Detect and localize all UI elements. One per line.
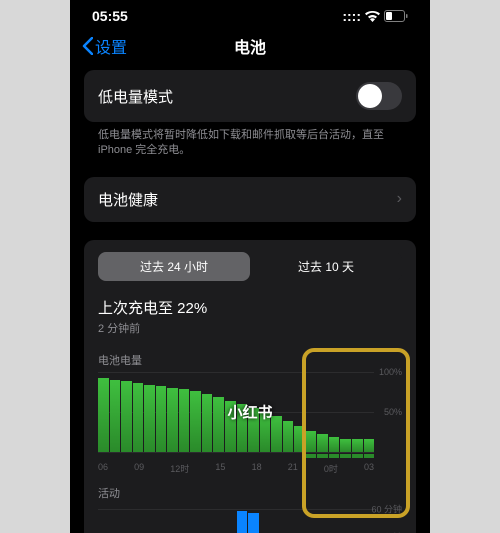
x-tick: 12时: [170, 462, 189, 475]
charging-segment: [260, 454, 271, 458]
phone-frame: 05:55 :::: 设置 电池 低电量模式 低电量模式将暂时降低如下载和邮件抓…: [70, 0, 430, 533]
charging-segment: [340, 454, 351, 458]
level-bar: [317, 434, 328, 452]
activity-bar: [237, 511, 248, 533]
wifi-icon: [365, 11, 380, 22]
battery-level-label: 电池电量: [84, 342, 416, 372]
charging-segment: [202, 454, 213, 458]
charging-segment: [306, 454, 317, 458]
chevron-left-icon: [82, 37, 93, 55]
segment-24h[interactable]: 过去 24 小时: [98, 252, 250, 281]
level-bar: [167, 388, 178, 452]
charging-segment: [190, 454, 201, 458]
low-power-label: 低电量模式: [98, 86, 173, 107]
level-bar: [179, 389, 190, 451]
x-tick: 09: [134, 462, 144, 475]
activity-bar: [248, 513, 259, 533]
usage-card: 过去 24 小时 过去 10 天 上次充电至 22% 2 分钟前 电池电量 10…: [84, 240, 416, 533]
x-tick: 18: [252, 462, 262, 475]
level-bar: [202, 394, 213, 452]
signal-icon: ::::: [342, 8, 361, 24]
charging-segment: [98, 454, 109, 458]
last-charge-title: 上次充电至 22%: [98, 297, 402, 318]
level-bar: [156, 386, 167, 452]
status-time: 05:55: [92, 8, 128, 24]
level-bar: [271, 416, 282, 452]
level-bar: [329, 437, 340, 451]
x-tick: 21: [288, 462, 298, 475]
battery-level-chart: 100% 50% 小红书: [98, 372, 402, 452]
x-tick: 0时: [324, 462, 338, 475]
level-bar: [190, 391, 201, 452]
nav-bar: 设置 电池: [70, 28, 430, 70]
level-bar: [352, 439, 363, 452]
charging-segment: [110, 454, 121, 458]
back-button[interactable]: 设置: [82, 34, 127, 58]
x-axis: 06 09 12时 15 18 21 0时 03: [98, 462, 374, 475]
last-charge: 上次充电至 22% 2 分钟前: [84, 293, 416, 342]
charging-segment: [364, 454, 375, 458]
level-bar: [260, 412, 271, 452]
segment-10d[interactable]: 过去 10 天: [250, 252, 402, 281]
charging-segment: [352, 454, 363, 458]
y-tick-50: 50%: [384, 407, 402, 417]
activity-chart: 60 分钟 30 分钟: [98, 509, 402, 533]
charging-segment: [133, 454, 144, 458]
status-bar: 05:55 ::::: [70, 0, 430, 28]
y-tick-100: 100%: [379, 367, 402, 377]
level-bar: [340, 439, 351, 452]
time-range-segment[interactable]: 过去 24 小时 过去 10 天: [98, 252, 402, 281]
last-charge-sub: 2 分钟前: [98, 320, 402, 336]
low-power-cell[interactable]: 低电量模式: [84, 70, 416, 122]
charging-segment: [237, 454, 248, 458]
charging-segment: [144, 454, 155, 458]
chevron-right-icon: ›: [397, 190, 402, 208]
toggle-knob: [358, 84, 382, 108]
charging-segment: [167, 454, 178, 458]
charging-segment: [317, 454, 328, 458]
level-bar: [294, 426, 305, 452]
battery-health-cell[interactable]: 电池健康 ›: [84, 177, 416, 222]
charging-segment: [329, 454, 340, 458]
level-bar: [98, 378, 109, 452]
charging-segment: [156, 454, 167, 458]
charging-segment: [271, 454, 282, 458]
activity-label: 活动: [84, 475, 416, 505]
low-power-desc: 低电量模式将暂时降低如下载和邮件抓取等后台活动，直至 iPhone 完全充电。: [84, 122, 416, 177]
level-bar: [364, 439, 375, 452]
low-power-toggle[interactable]: [356, 82, 402, 110]
charging-segment: [248, 454, 259, 458]
level-bar: [306, 431, 317, 452]
battery-icon: [384, 10, 408, 22]
level-bar: [133, 383, 144, 452]
a-tick-60: 60 分钟: [371, 502, 402, 515]
level-bar: [121, 381, 132, 451]
level-bar: [283, 421, 294, 451]
back-label: 设置: [95, 34, 127, 58]
charging-segment: [213, 454, 224, 458]
level-bar: [248, 408, 259, 452]
level-bar: [225, 401, 236, 452]
x-tick: 15: [215, 462, 225, 475]
x-tick: 06: [98, 462, 108, 475]
charging-segment: [283, 454, 294, 458]
x-tick: 03: [364, 462, 374, 475]
level-bar: [213, 397, 224, 451]
status-indicators: ::::: [342, 8, 408, 24]
level-bar: [144, 385, 155, 452]
charging-segment: [121, 454, 132, 458]
level-bar: [237, 404, 248, 452]
charging-segment: [294, 454, 305, 458]
charging-segment: [225, 454, 236, 458]
charging-segment: [179, 454, 190, 458]
content: 低电量模式 低电量模式将暂时降低如下载和邮件抓取等后台活动，直至 iPhone …: [70, 70, 430, 533]
battery-health-label: 电池健康: [98, 189, 158, 210]
level-bar: [110, 380, 121, 452]
page-title: 电池: [234, 34, 266, 58]
